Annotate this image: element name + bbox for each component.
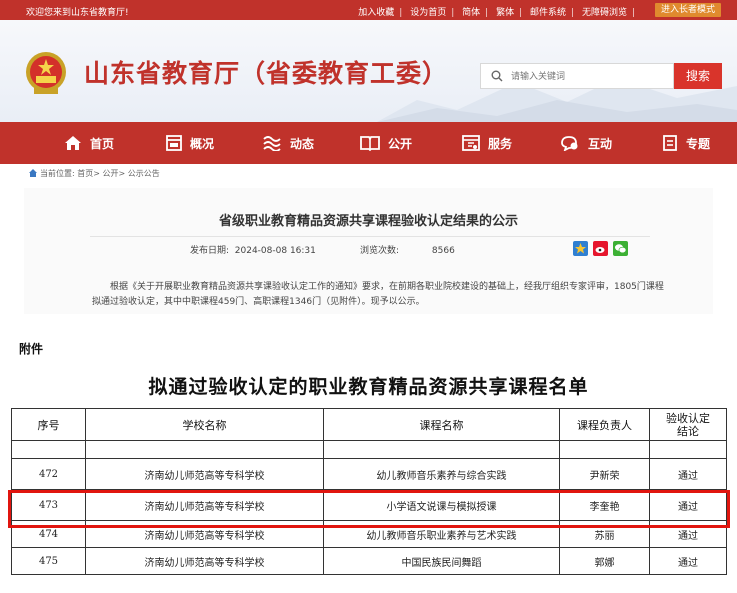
highlight-box	[8, 490, 730, 528]
row-result: 通过	[649, 458, 727, 490]
row-lead: 郭娜	[559, 547, 650, 575]
table-header-row: 序号 学校名称 课程名称 课程负责人 验收认定 结论	[11, 408, 727, 441]
nav-item-home[interactable]: 首页	[64, 122, 114, 164]
mail-system-link[interactable]: 邮件系统	[530, 8, 566, 18]
article-intro: 根据《关于开展职业教育精品资源共享课验收认定工作的通知》要求，在前期各职业院校建…	[92, 282, 664, 307]
document-title: 拟通过验收认定的职业教育精品资源共享课程名单	[148, 376, 589, 398]
header-course: 课程名称	[323, 408, 560, 441]
national-emblem-icon	[26, 52, 66, 94]
wechat-icon[interactable]	[613, 241, 629, 256]
breadcrumb: 当前位置: 首页> 公开> 公示公告	[29, 168, 160, 179]
header-result-line1: 验收认定	[666, 411, 710, 425]
weibo-icon[interactable]	[593, 241, 609, 256]
chat-icon	[561, 136, 578, 151]
top-bar: 欢迎您来到山东省教育厅! 加入收藏 | 设为首页 | 简体 | 繁体 | 邮件系统 | 无…	[0, 0, 737, 20]
nav-label: 动态	[290, 136, 315, 151]
nav-item-service[interactable]: 服务	[462, 122, 512, 164]
nav-label: 专题	[686, 136, 711, 151]
site-title: 山东省教育厅（省委教育工委）	[84, 59, 449, 88]
table-row: 475 济南幼儿师范高等专科学校 中国民族民间舞蹈 郭娜 通过	[11, 547, 727, 575]
row-course: 幼儿教师音乐素养与综合实践	[323, 458, 560, 490]
row-result: 通过	[649, 547, 727, 575]
attachment-label: 附件	[19, 342, 44, 356]
elder-mode-button[interactable]: 进入长者模式	[654, 3, 721, 17]
qzone-star-icon[interactable]	[573, 241, 588, 256]
row-school: 济南幼儿师范高等专科学校	[85, 547, 324, 575]
nav-label: 概况	[190, 136, 215, 151]
welcome-text: 欢迎您来到山东省教育厅!	[26, 8, 129, 18]
site-header: 山东省教育厅（省委教育工委） 搜索	[0, 20, 737, 122]
home-icon	[29, 169, 37, 177]
search-button[interactable]: 搜索	[674, 63, 722, 89]
row-lead: 尹新荣	[559, 458, 650, 490]
share-buttons	[573, 238, 629, 257]
nav-label: 互动	[588, 136, 613, 151]
publish-date: 发布日期: 2024-08-08 16:31	[190, 243, 316, 256]
view-count: 浏览次数: 8566	[360, 243, 455, 256]
row-index: 475	[11, 547, 86, 575]
nav-item-interaction[interactable]: 互动	[560, 122, 612, 164]
publish-label: 发布日期:	[190, 246, 230, 256]
article-title: 省级职业教育精品资源共享课程验收认定结果的公示	[218, 214, 518, 229]
top-links: 加入收藏 | 设为首页 | 简体 | 繁体 | 邮件系统 | 无障碍浏览 |	[358, 8, 635, 18]
nav-item-public[interactable]: 公开	[360, 122, 412, 164]
nav-label: 首页	[90, 136, 115, 151]
search-box	[480, 63, 674, 89]
search-input[interactable]	[509, 68, 653, 86]
service-icon	[462, 135, 480, 151]
header-result: 验收认定 结论	[649, 408, 727, 441]
table-row-gap	[11, 440, 727, 459]
table-row: 472 济南幼儿师范高等专科学校 幼儿教师音乐素养与综合实践 尹新荣 通过	[11, 458, 727, 490]
views-label: 浏览次数:	[360, 246, 400, 256]
search-icon	[491, 70, 503, 82]
window-icon	[166, 135, 182, 151]
header-result-line2: 结论	[677, 424, 699, 438]
nav-item-news[interactable]: 动态	[262, 122, 314, 164]
document-icon	[663, 135, 677, 151]
nav-item-special[interactable]: 专题	[662, 122, 710, 164]
add-favorite-link[interactable]: 加入收藏	[358, 8, 394, 18]
traditional-link[interactable]: 繁体	[496, 8, 514, 18]
main-nav: 首页 概况 动态 公开 服务 互动 专题	[0, 122, 737, 164]
nav-label: 服务	[488, 136, 513, 151]
accessibility-link[interactable]: 无障碍浏览	[582, 8, 627, 18]
nav-item-overview[interactable]: 概况	[166, 122, 214, 164]
header-lead: 课程负责人	[559, 408, 650, 441]
header-school: 学校名称	[85, 408, 324, 441]
home-icon	[65, 136, 81, 150]
row-school: 济南幼儿师范高等专科学校	[85, 458, 324, 490]
nav-label: 公开	[388, 136, 413, 151]
row-index: 472	[11, 458, 86, 490]
breadcrumb-text[interactable]: 当前位置: 首页> 公开> 公示公告	[40, 169, 160, 178]
header-index: 序号	[11, 408, 86, 441]
views-value: 8566	[431, 246, 455, 256]
simplified-link[interactable]: 简体	[462, 8, 480, 18]
publish-date-value: 2024-08-08 16:31	[234, 246, 316, 256]
wave-icon	[263, 136, 281, 151]
row-course: 中国民族民间舞蹈	[323, 547, 560, 575]
title-divider	[90, 236, 650, 237]
set-homepage-link[interactable]: 设为首页	[410, 8, 446, 18]
book-icon	[360, 136, 380, 151]
